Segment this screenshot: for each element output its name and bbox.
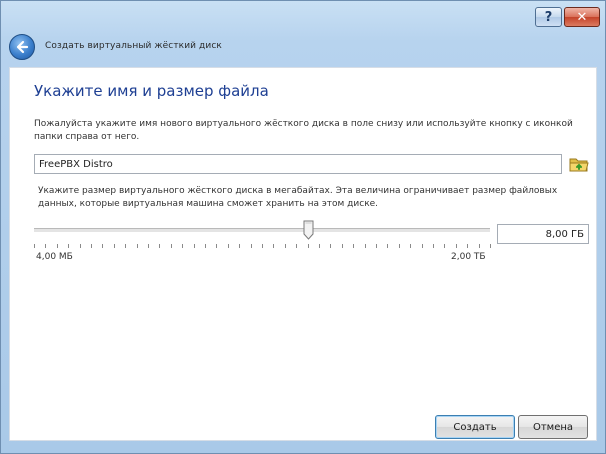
title-bar: ? ✕ [1, 1, 605, 31]
back-button[interactable] [9, 34, 35, 60]
cancel-button-label: Отмена [532, 421, 574, 433]
slider-tick [68, 244, 69, 248]
slider-tick [262, 244, 263, 248]
slider-tick [365, 244, 366, 248]
slider-tick [422, 244, 423, 248]
help-icon: ? [544, 9, 553, 25]
slider-tick [182, 244, 183, 248]
slider-tick [148, 244, 149, 248]
size-slider[interactable] [34, 220, 494, 248]
slider-tick [57, 244, 58, 248]
folder-icon [569, 158, 589, 172]
slider-tick [467, 244, 468, 248]
slider-tick [216, 244, 217, 248]
slider-tick [137, 244, 138, 248]
slider-tick [114, 244, 115, 248]
slider-tick [479, 244, 480, 248]
slider-tick [399, 244, 400, 248]
slider-tick [239, 244, 240, 248]
create-button[interactable]: Создать [435, 415, 515, 439]
slider-tick [456, 244, 457, 248]
close-button[interactable]: ✕ [564, 7, 600, 27]
slider-tick [205, 244, 206, 248]
range-max-label: 2,00 ТБ [451, 252, 486, 262]
close-icon: ✕ [576, 9, 588, 25]
slider-thumb[interactable] [303, 220, 314, 240]
slider-tick [444, 244, 445, 248]
wizard-header: Создать виртуальный жёсткий диск [1, 31, 605, 67]
dialog-window: ? ✕ Создать виртуальный жёсткий диск Ука… [0, 0, 606, 454]
slider-tick [102, 244, 103, 248]
slider-tick [490, 244, 491, 248]
file-name-input[interactable] [34, 154, 562, 174]
slider-tick [285, 244, 286, 248]
slider-tick [45, 244, 46, 248]
slider-tick [34, 244, 35, 248]
help-button[interactable]: ? [535, 7, 562, 27]
slider-track [34, 228, 490, 233]
slider-tick [376, 244, 377, 248]
slider-tick [80, 244, 81, 248]
create-button-label: Создать [453, 421, 497, 433]
slider-tick [342, 244, 343, 248]
slider-tick [159, 244, 160, 248]
slider-tick [91, 244, 92, 248]
slider-tick [330, 244, 331, 248]
slider-tick [353, 244, 354, 248]
slider-ticks [34, 244, 494, 248]
wizard-title: Создать виртуальный жёсткий диск [45, 41, 222, 51]
size-description: Укажите размер виртуального жёсткого дис… [38, 186, 558, 209]
slider-tick [194, 244, 195, 248]
page-title: Укажите имя и размер файла [34, 82, 269, 100]
slider-tick [296, 244, 297, 248]
slider-tick [387, 244, 388, 248]
slider-tick [273, 244, 274, 248]
slider-tick [410, 244, 411, 248]
slider-tick [433, 244, 434, 248]
slider-tick [308, 244, 309, 248]
slider-tick [171, 244, 172, 248]
slider-tick [125, 244, 126, 248]
name-description: Пожалуйста укажите имя нового виртуально… [34, 119, 573, 142]
cancel-button[interactable]: Отмена [518, 415, 588, 439]
wizard-page: Укажите имя и размер файла Пожалуйста ук… [9, 67, 597, 441]
size-input[interactable] [497, 224, 589, 244]
slider-tick [319, 244, 320, 248]
choose-folder-button[interactable] [568, 154, 590, 174]
range-min-label: 4,00 МБ [36, 252, 73, 262]
slider-tick [251, 244, 252, 248]
slider-tick [228, 244, 229, 248]
back-arrow-icon [16, 40, 29, 54]
